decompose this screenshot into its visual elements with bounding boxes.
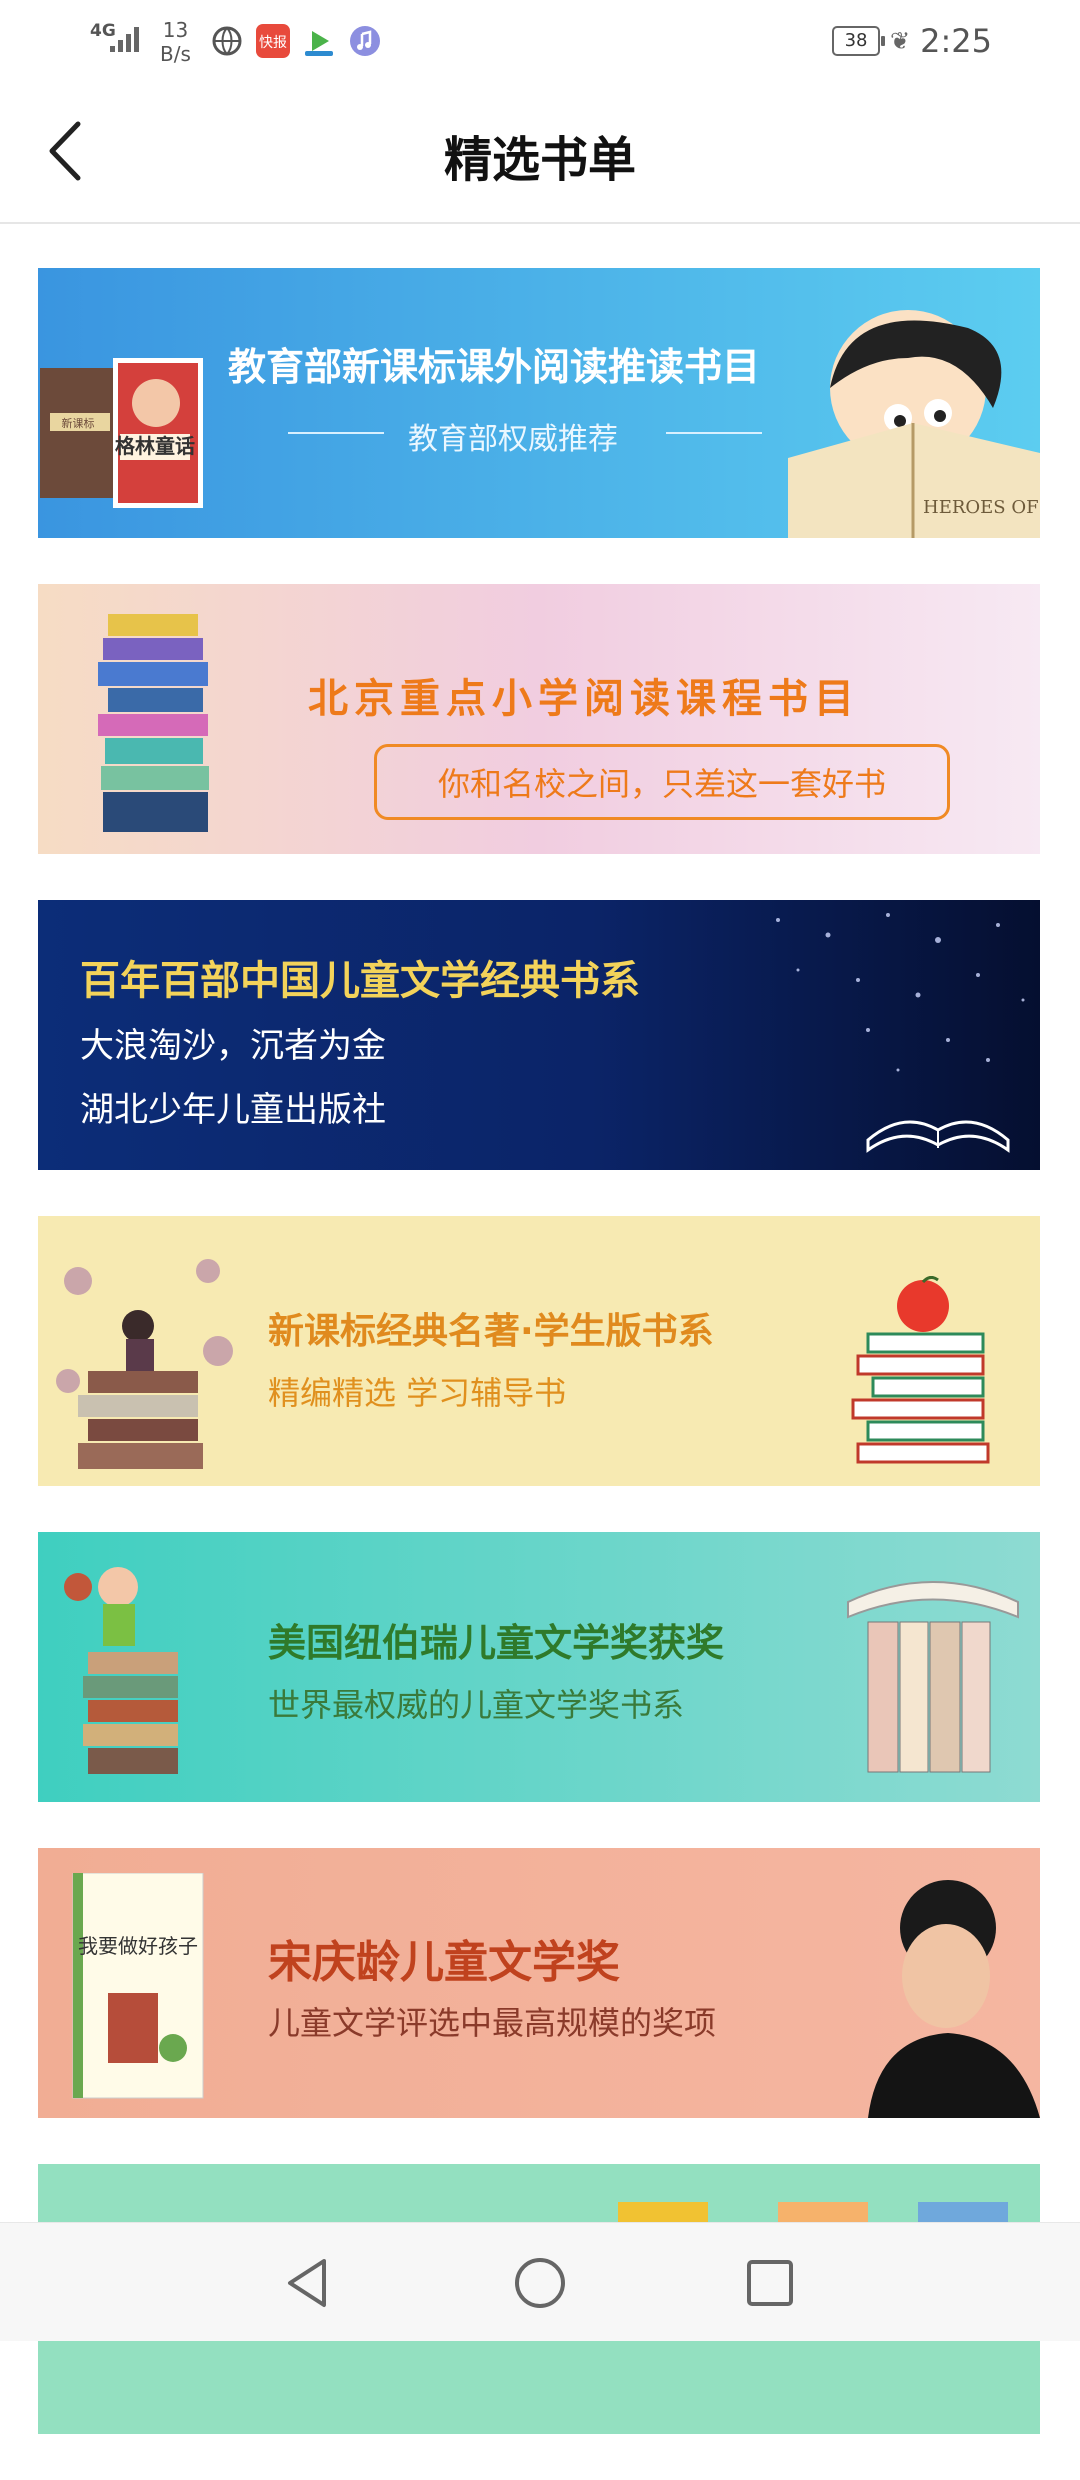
banner-subtitle: 儿童文学评选中最高规模的奖项 xyxy=(268,2004,717,2042)
app-bar: 精选书单 xyxy=(0,86,1080,224)
banner-title: 教育部新课标课外阅读推读书目 xyxy=(228,345,761,389)
battery-indicator: 38 xyxy=(832,26,886,56)
book-list-banner-newbery[interactable]: 美国纽伯瑞儿童文学奖获奖 世界最权威的儿童文学奖书系 xyxy=(38,1532,1040,1802)
book-list-banner-soong[interactable]: 我要做好孩子 宋庆龄儿童文学奖 儿童文学评选中最高规模的奖项 xyxy=(38,1848,1040,2118)
page-title: 精选书单 xyxy=(443,132,636,188)
child-reading-illustration: HEROES OF MYT xyxy=(788,310,1040,538)
book-stack-image xyxy=(98,614,209,832)
book-cover-image: 我要做好孩子 xyxy=(72,1873,204,2099)
banner-publisher: 湖北少年儿童出版社 xyxy=(80,1090,386,1130)
banner-title: 北京重点小学阅读课程书目 xyxy=(308,676,860,722)
banner-title: 宋庆龄儿童文学奖 xyxy=(268,1937,620,1988)
girl-on-books-illustration xyxy=(56,1259,233,1469)
video-icon xyxy=(302,24,336,58)
home-circle-icon[interactable] xyxy=(510,2253,570,2313)
book-list-banner-centennial[interactable]: 百年百部中国儿童文学经典书系 大浪淘沙，沉者为金 湖北少年儿童出版社 xyxy=(38,900,1040,1170)
banner-subtitle: 教育部权威推荐 xyxy=(408,422,618,457)
divider-right xyxy=(666,432,762,434)
banner-subtitle: 大浪淘沙，沉者为金 xyxy=(80,1026,386,1066)
banner-subtitle: 你和名校之间，只差这一套好书 xyxy=(437,765,886,803)
notification-icons: 快报 xyxy=(210,24,382,58)
book-cover-title-2: 新课标 xyxy=(62,416,95,430)
recents-square-icon[interactable] xyxy=(740,2253,800,2313)
kuaibao-icon: 快报 xyxy=(256,24,290,58)
reading-book-title: HEROES OF MYT xyxy=(923,497,1040,518)
book-cover-title: 格林童话 xyxy=(115,434,195,458)
banner-subtitle: 世界最权威的儿童文学奖书系 xyxy=(268,1686,685,1724)
book-list: 格林童话 新课标 教育部新课标课外阅读推读书目 教育部权威推荐 HEROES O… xyxy=(38,268,1040,2480)
book-list-banner-moe[interactable]: 格林童话 新课标 教育部新课标课外阅读推读书目 教育部权威推荐 HEROES O… xyxy=(38,268,1040,538)
kuaibao-label: 快报 xyxy=(259,35,287,51)
book-list-banner-beijing[interactable]: 北京重点小学阅读课程书目 你和名校之间，只差这一套好书 xyxy=(38,584,1040,854)
banner-title: 百年百部中国儿童文学经典书系 xyxy=(80,958,640,1004)
status-right: 38 ❦ 2:25 xyxy=(832,22,992,60)
open-book-icon xyxy=(866,1120,1010,1153)
book-covers-image: 格林童话 新课标 xyxy=(40,358,203,508)
system-nav-bar xyxy=(0,2222,1080,2341)
girl-reading-illustration xyxy=(64,1567,178,1774)
music-icon xyxy=(350,26,380,56)
apple-books-illustration xyxy=(851,1276,990,1464)
network-speed: 13 B/s xyxy=(160,18,191,66)
back-triangle-icon[interactable] xyxy=(280,2253,340,2313)
book-list-banner-classics[interactable]: 新课标经典名著·学生版书系 精编精选 学习辅导书 xyxy=(38,1216,1040,1486)
divider-left xyxy=(288,432,384,434)
status-bar: 4G 13 B/s 快报 38 ❦ 2:25 xyxy=(0,0,1080,86)
book-pile-illustration xyxy=(847,1581,1019,1773)
leaf-icon: ❦ xyxy=(890,27,911,55)
signal-icon xyxy=(110,27,139,52)
book-cover-title: 我要做好孩子 xyxy=(78,1934,198,1958)
portrait-image xyxy=(868,1880,1040,2118)
globe-icon xyxy=(212,26,242,56)
clock: 2:25 xyxy=(920,22,992,60)
banner-title: 新课标经典名著·学生版书系 xyxy=(268,1311,714,1352)
banner-subtitle: 精编精选 学习辅导书 xyxy=(268,1374,567,1412)
banner-title: 美国纽伯瑞儿童文学奖获奖 xyxy=(268,1621,725,1665)
